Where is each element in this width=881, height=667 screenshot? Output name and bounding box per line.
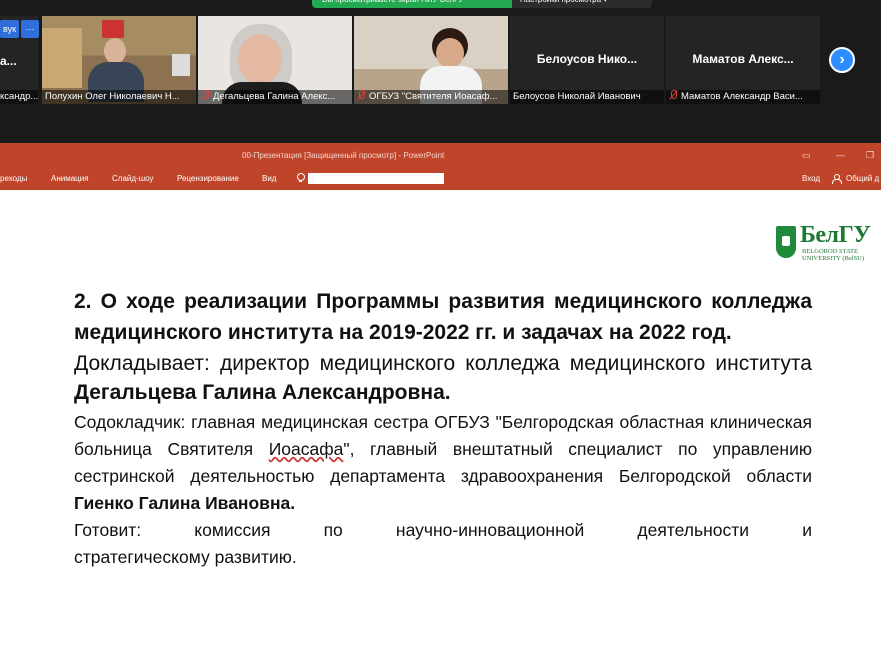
video-gallery: Вы просматриваете экран НИУ БелГУ Настро…	[0, 0, 881, 143]
participant-name-text: Дегальцева Галина Алекс...	[213, 91, 336, 102]
mic-muted-icon	[669, 90, 678, 100]
reporter-role: Докладывает: директор медицинского колле…	[74, 352, 812, 375]
participant-tile-2[interactable]: Дегальцева Галина Алекс...	[198, 16, 352, 104]
tab-slideshow[interactable]: Слайд-шоу	[112, 168, 153, 190]
participant-center-label: Белоусов Нико...	[536, 52, 638, 66]
participant-name: Полухин Олег Николаевич Н...	[42, 90, 196, 104]
tab-view[interactable]: Вид	[262, 168, 276, 190]
shield-icon	[776, 226, 796, 258]
prepares-line: Готовит: комиссия по научно-инновационно…	[74, 520, 812, 540]
participant-name: Белоусов Николай Иванович	[510, 90, 664, 104]
audio-button[interactable]: вук	[0, 20, 20, 38]
participant-name-text: ОГБУЗ "Святителя Иоасаф...	[369, 91, 498, 102]
participant-name: Дегальцева Галина Алекс...	[198, 90, 352, 104]
view-options-button[interactable]: Настройки просмотра ▾	[512, 0, 652, 8]
tab-animation[interactable]: Анимация	[51, 168, 89, 190]
lightbulb-icon	[297, 173, 305, 183]
tell-me-search-input[interactable]	[308, 173, 444, 184]
share-status: Вы просматриваете экран НИУ БелГУ	[312, 0, 512, 8]
presentation-slide: БелГУ BELGOROD STATE UNIVERSITY (BelSU) …	[0, 190, 881, 667]
participant-tile-4[interactable]: Белоусов Нико... Белоусов Николай Иванов…	[510, 16, 664, 104]
share-button[interactable]: Общий д	[846, 168, 879, 190]
ribbon-tabs: реходы Анимация Слайд-шоу Рецензирование…	[0, 168, 881, 190]
partial-tile-name: ксандр...	[0, 90, 38, 104]
participant-name: ОГБУЗ "Святителя Иоасаф...	[354, 90, 508, 104]
participant-name-text: Полухин Олег Николаевич Н...	[45, 91, 180, 102]
user-icon	[832, 174, 842, 184]
participant-tile-5[interactable]: Маматов Алекс... Маматов Александр Васи.…	[666, 16, 820, 104]
partial-tile-label: а...	[0, 54, 17, 68]
logo-subtitle: BELGOROD STATE UNIVERSITY (BelSU)	[802, 248, 865, 262]
reporter-name: Дегальцева Галина Александровна.	[74, 381, 451, 404]
next-page-button[interactable]: ›	[829, 47, 855, 73]
participant-center-label: Маматов Алекс...	[692, 52, 794, 66]
prepares-line-2: стратегическому развитию.	[74, 547, 297, 567]
participant-name-text: Белоусов Николай Иванович	[513, 91, 641, 102]
reporter-line: Докладывает: директор медицинского колле…	[74, 349, 812, 407]
slide-body: 2. О ходе реализации Программы развития …	[74, 286, 812, 571]
participant-name: Маматов Александр Васи...	[666, 90, 820, 104]
logo-text: БелГУ	[800, 222, 871, 248]
share-banner: Вы просматриваете экран НИУ БелГУ Настро…	[312, 0, 652, 8]
participant-tile-3[interactable]: ОГБУЗ "Святителя Иоасаф...	[354, 16, 508, 104]
chevron-right-icon: ›	[839, 51, 845, 68]
participant-tile-1[interactable]: Полухин Олег Николаевич Н...	[42, 16, 196, 104]
top-left-controls: вук ···	[0, 20, 40, 38]
tab-transitions[interactable]: реходы	[0, 168, 27, 190]
mic-muted-icon	[201, 90, 210, 100]
more-options-button[interactable]: ···	[21, 20, 40, 38]
window-title: 00-Презентация [Защищенный просмотр] - P…	[242, 151, 445, 160]
powerpoint-title-bar: 00-Презентация [Защищенный просмотр] - P…	[0, 143, 881, 168]
restore-icon[interactable]: ❐	[866, 143, 874, 168]
minimize-icon[interactable]: —	[836, 143, 845, 168]
university-logo: БелГУ BELGOROD STATE UNIVERSITY (BelSU)	[776, 222, 871, 264]
co-reporter-saint: Иоасафа	[268, 439, 344, 459]
agenda-item-title: 2. О ходе реализации Программы развития …	[74, 290, 812, 344]
participant-name-text: Маматов Александр Васи...	[681, 91, 803, 102]
signin-link[interactable]: Вход	[802, 168, 820, 190]
screen: Вы просматриваете экран НИУ БелГУ Настро…	[0, 0, 881, 667]
co-reporter-name: Гиенко Галина Ивановна.	[74, 493, 296, 513]
tab-review[interactable]: Рецензирование	[177, 168, 239, 190]
ribbon-display-icon[interactable]: ▭	[802, 143, 811, 168]
mic-muted-icon	[357, 90, 366, 100]
co-reporter-line: Содокладчик: главная медицинская сестра …	[74, 409, 812, 517]
